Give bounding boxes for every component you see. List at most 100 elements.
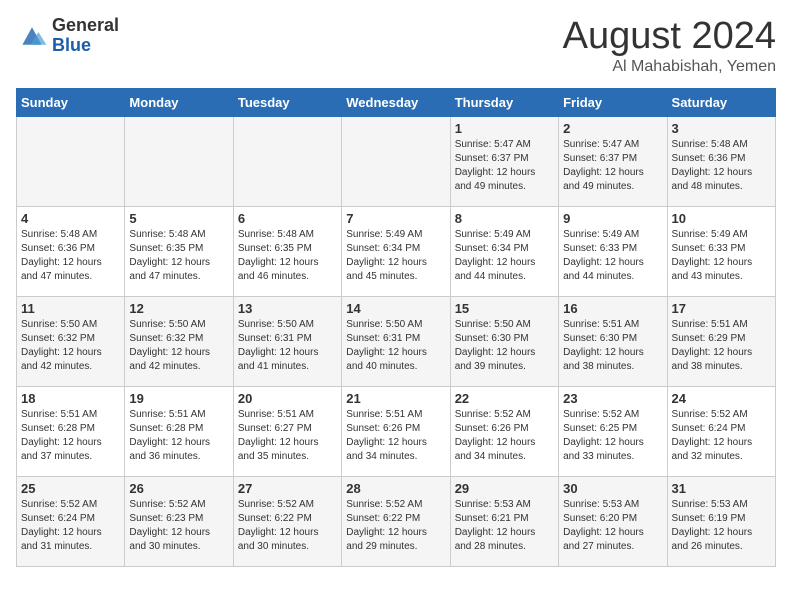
calendar-cell: 8Sunrise: 5:49 AMSunset: 6:34 PMDaylight… <box>450 206 558 296</box>
day-number: 26 <box>129 481 228 496</box>
day-info: Sunrise: 5:51 AMSunset: 6:29 PMDaylight:… <box>672 318 771 374</box>
day-info-line: and 46 minutes. <box>238 271 309 282</box>
calendar-cell: 10Sunrise: 5:49 AMSunset: 6:33 PMDayligh… <box>667 206 775 296</box>
day-info-line: Sunrise: 5:52 AM <box>238 499 314 510</box>
day-info-line: and 48 minutes. <box>672 181 743 192</box>
day-info-line: and 49 minutes. <box>563 181 634 192</box>
day-info-line: Daylight: 12 hours <box>129 257 210 268</box>
calendar-cell: 12Sunrise: 5:50 AMSunset: 6:32 PMDayligh… <box>125 296 233 386</box>
weekday-header-row: SundayMondayTuesdayWednesdayThursdayFrid… <box>17 88 776 116</box>
day-info-line: Sunrise: 5:52 AM <box>563 409 639 420</box>
day-info-line: Sunrise: 5:51 AM <box>672 319 748 330</box>
calendar-cell: 17 Sunrise: 5:51 AMSunset: 6:29 PMDayligh… <box>667 296 775 386</box>
calendar-cell: 1 Sunrise: 5:47 AMSunset: 6:37 PMDaylight… <box>450 116 558 206</box>
day-info-line: and 31 minutes. <box>21 541 92 552</box>
day-info-line: Sunrise: 5:53 AM <box>563 499 639 510</box>
day-info-line: and 39 minutes. <box>455 361 526 372</box>
calendar-cell: 7Sunrise: 5:49 AMSunset: 6:34 PMDaylight… <box>342 206 450 296</box>
day-info-line: Sunset: 6:23 PM <box>129 513 203 524</box>
logo-general-text: General <box>52 16 119 36</box>
day-info-line: Daylight: 12 hours <box>346 527 427 538</box>
day-number: 21 <box>346 391 445 406</box>
day-info-line: Sunset: 6:27 PM <box>238 423 312 434</box>
calendar-week-row: 1 Sunrise: 5:47 AMSunset: 6:37 PMDaylight… <box>17 116 776 206</box>
day-info: Sunrise: 5:52 AMSunset: 6:24 PMDaylight:… <box>672 408 771 464</box>
day-info-line: Sunset: 6:20 PM <box>563 513 637 524</box>
day-info: Sunrise: 5:50 AMSunset: 6:31 PMDaylight:… <box>238 318 337 374</box>
day-info: Sunrise: 5:48 AMSunset: 6:35 PMDaylight:… <box>129 228 228 284</box>
day-number: 23 <box>563 391 662 406</box>
day-info-line: Sunrise: 5:47 AM <box>563 139 639 150</box>
day-info: Sunrise: 5:51 AMSunset: 6:30 PMDaylight:… <box>563 318 662 374</box>
day-info: Sunrise: 5:52 AMSunset: 6:26 PMDaylight:… <box>455 408 554 464</box>
day-info-line: Sunrise: 5:53 AM <box>455 499 531 510</box>
day-info-line: Daylight: 12 hours <box>346 347 427 358</box>
day-number: 5 <box>129 211 228 226</box>
day-info-line: Sunset: 6:35 PM <box>238 243 312 254</box>
calendar-cell: 31Sunrise: 5:53 AMSunset: 6:19 PMDayligh… <box>667 476 775 566</box>
day-info-line: Sunset: 6:31 PM <box>346 333 420 344</box>
day-info: Sunrise: 5:52 AMSunset: 6:22 PMDaylight:… <box>346 498 445 554</box>
day-info-line: Sunrise: 5:53 AM <box>672 499 748 510</box>
calendar-cell: 6Sunrise: 5:48 AMSunset: 6:35 PMDaylight… <box>233 206 341 296</box>
day-number: 16 <box>563 301 662 316</box>
day-info-line: Sunrise: 5:52 AM <box>21 499 97 510</box>
day-info-line: Daylight: 12 hours <box>672 167 753 178</box>
day-info-line: Sunset: 6:22 PM <box>238 513 312 524</box>
day-info-line: Sunset: 6:36 PM <box>672 153 746 164</box>
day-info: Sunrise: 5:52 AMSunset: 6:25 PMDaylight:… <box>563 408 662 464</box>
day-info-line: Sunrise: 5:49 AM <box>346 229 422 240</box>
day-number: 10 <box>672 211 771 226</box>
weekday-header-sunday: Sunday <box>17 88 125 116</box>
day-info: Sunrise: 5:48 AM Sunset: 6:36 PM Daylight:… <box>672 138 771 194</box>
day-info-line: and 30 minutes. <box>238 541 309 552</box>
day-info: Sunrise: 5:51 AMSunset: 6:27 PMDaylight:… <box>238 408 337 464</box>
calendar-cell: 19Sunrise: 5:51 AMSunset: 6:28 PMDayligh… <box>125 386 233 476</box>
day-info-line: Sunrise: 5:49 AM <box>563 229 639 240</box>
day-info-line: and 38 minutes. <box>672 361 743 372</box>
day-info-line: and 34 minutes. <box>455 451 526 462</box>
day-info: Sunrise: 5:49 AMSunset: 6:33 PMDaylight:… <box>672 228 771 284</box>
day-info-line: Sunrise: 5:49 AM <box>672 229 748 240</box>
day-info-line: and 32 minutes. <box>672 451 743 462</box>
day-info-line: Daylight: 12 hours <box>672 437 753 448</box>
day-info-line: Sunrise: 5:50 AM <box>238 319 314 330</box>
calendar-cell: 22Sunrise: 5:52 AMSunset: 6:26 PMDayligh… <box>450 386 558 476</box>
day-info: Sunrise: 5:47 AMSunset: 6:37 PMDaylight:… <box>455 138 554 194</box>
calendar-cell <box>342 116 450 206</box>
calendar-cell: 30Sunrise: 5:53 AMSunset: 6:20 PMDayligh… <box>559 476 667 566</box>
day-info: Sunrise: 5:53 AMSunset: 6:19 PMDaylight:… <box>672 498 771 554</box>
day-info-line: Sunrise: 5:50 AM <box>21 319 97 330</box>
day-info-line: Sunset: 6:33 PM <box>672 243 746 254</box>
logo-blue-text: Blue <box>52 36 119 56</box>
calendar-cell: 24 Sunrise: 5:52 AMSunset: 6:24 PMDayligh… <box>667 386 775 476</box>
day-number: 24 <box>672 391 771 406</box>
day-info-line: and 40 minutes. <box>346 361 417 372</box>
day-info-line: Sunrise: 5:52 AM <box>455 409 531 420</box>
day-number: 11 <box>21 301 120 316</box>
day-info-line: Daylight: 12 hours <box>21 527 102 538</box>
day-info: Sunrise: 5:51 AMSunset: 6:26 PMDaylight:… <box>346 408 445 464</box>
day-info-line: and 27 minutes. <box>563 541 634 552</box>
calendar-week-row: 11 Sunrise: 5:50 AM Sunset: 6:32 PM Dayligh… <box>17 296 776 386</box>
day-number: 1 <box>455 121 554 136</box>
calendar-cell: 2Sunrise: 5:47 AMSunset: 6:37 PMDaylight… <box>559 116 667 206</box>
day-info-line: and 41 minutes. <box>238 361 309 372</box>
day-number: 28 <box>346 481 445 496</box>
day-info-line: Sunset: 6:25 PM <box>563 423 637 434</box>
day-info: Sunrise: 5:51 AMSunset: 6:28 PMDaylight:… <box>129 408 228 464</box>
calendar-cell <box>233 116 341 206</box>
calendar-cell: 15Sunrise: 5:50 AMSunset: 6:30 PMDayligh… <box>450 296 558 386</box>
day-info-line: Sunrise: 5:47 AM <box>455 139 531 150</box>
calendar-cell: 18Sunrise: 5:51 AMSunset: 6:28 PMDayligh… <box>17 386 125 476</box>
day-info-line: and 35 minutes. <box>238 451 309 462</box>
day-info-line: Sunrise: 5:48 AM <box>672 139 748 150</box>
day-number: 17 <box>672 301 771 316</box>
day-info-line: Sunrise: 5:51 AM <box>563 319 639 330</box>
day-info-line: Daylight: 12 hours <box>455 167 536 178</box>
day-info-line: Daylight: 12 hours <box>346 257 427 268</box>
day-info: Sunrise: 5:53 AMSunset: 6:21 PMDaylight:… <box>455 498 554 554</box>
day-info-line: Sunset: 6:30 PM <box>455 333 529 344</box>
day-info-line: Sunset: 6:32 PM <box>21 333 95 344</box>
day-info: Sunrise: 5:51 AMSunset: 6:28 PMDaylight:… <box>21 408 120 464</box>
